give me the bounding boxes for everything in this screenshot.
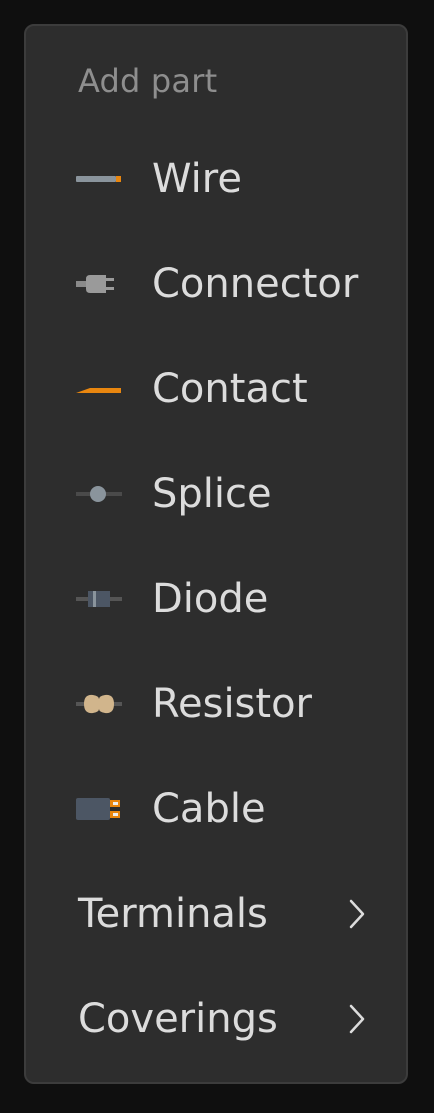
menu-item-diode[interactable]: Diode xyxy=(26,546,406,651)
submenu-label: Terminals xyxy=(78,890,268,937)
submenu-label: Coverings xyxy=(78,995,278,1042)
splice-icon xyxy=(76,485,122,502)
menu-item-label: Diode xyxy=(152,575,269,622)
chevron-right-icon xyxy=(349,899,365,928)
menu-item-splice[interactable]: Splice xyxy=(26,441,406,546)
submenu-coverings[interactable]: Coverings xyxy=(26,966,406,1071)
menu-title: Add part xyxy=(78,62,218,100)
resistor-icon xyxy=(76,694,122,713)
submenu-terminals[interactable]: Terminals xyxy=(26,861,406,966)
menu-item-label: Cable xyxy=(152,785,266,832)
contact-icon xyxy=(76,387,121,393)
menu-item-cable[interactable]: Cable xyxy=(26,756,406,861)
menu-item-contact[interactable]: Contact xyxy=(26,336,406,441)
diode-icon xyxy=(76,590,122,607)
menu-item-label: Resistor xyxy=(152,680,312,727)
menu-item-label: Wire xyxy=(152,155,242,202)
wire-icon xyxy=(76,175,121,182)
connector-icon xyxy=(76,274,114,293)
add-part-menu: Add part Wire Connector Contact Splice D… xyxy=(24,24,408,1084)
menu-item-wire[interactable]: Wire xyxy=(26,126,406,231)
cable-icon xyxy=(76,797,120,820)
chevron-right-icon xyxy=(349,1004,365,1033)
menu-item-label: Splice xyxy=(152,470,272,517)
menu-item-connector[interactable]: Connector xyxy=(26,231,406,336)
menu-item-resistor[interactable]: Resistor xyxy=(26,651,406,756)
menu-item-label: Contact xyxy=(152,365,308,412)
menu-item-label: Connector xyxy=(152,260,359,307)
